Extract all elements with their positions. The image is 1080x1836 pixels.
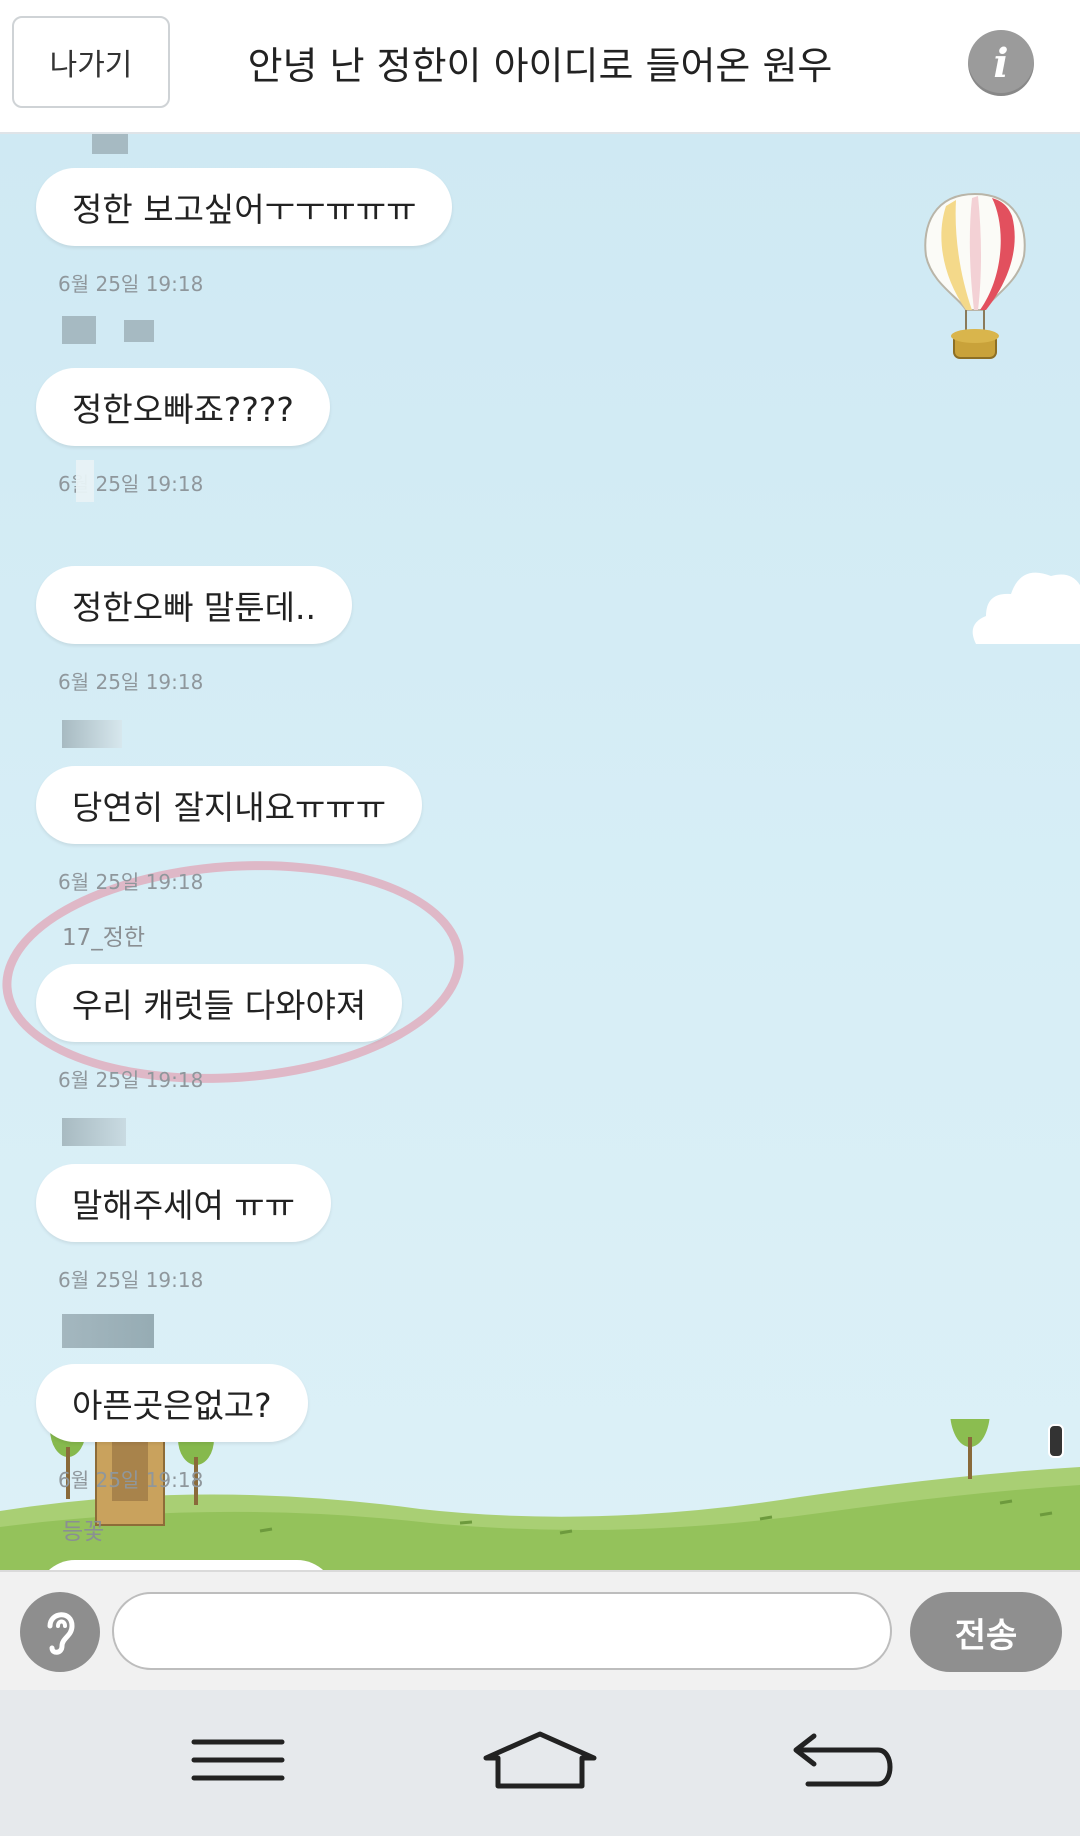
chat-header: 나가기 안녕 난 정한이 아이디로 들어온 원우 i bbox=[0, 0, 1080, 134]
ear-icon[interactable] bbox=[20, 1592, 100, 1672]
message-bubble[interactable]: 정한오빠죠???? bbox=[36, 368, 330, 446]
sender-name: 등꽃 bbox=[62, 1519, 105, 1545]
blurred-sender-name bbox=[62, 720, 122, 748]
message-timestamp: 6월 25일 19:18 bbox=[58, 1268, 204, 1292]
home-icon[interactable] bbox=[482, 1730, 598, 1790]
blurred-sender-name bbox=[62, 1314, 154, 1348]
blurred-sender-name bbox=[92, 134, 128, 154]
blurred-sender-name bbox=[124, 320, 154, 342]
blurred-sender-name bbox=[62, 316, 96, 344]
cloud-illustration bbox=[972, 572, 1080, 644]
blur-overlay bbox=[76, 460, 94, 502]
info-icon[interactable]: i bbox=[968, 30, 1034, 96]
blurred-sender-name bbox=[62, 1118, 126, 1146]
message-timestamp: 6월 25일 19:18 bbox=[58, 1068, 204, 1092]
message-bubble[interactable]: 말해주세여 ㅠㅠ bbox=[36, 1164, 332, 1242]
message-bubble[interactable]: 정한오빠 말툰데.. bbox=[36, 566, 352, 644]
message-timestamp: 6월 25일 19:18 bbox=[58, 870, 204, 894]
message-bubble[interactable]: 당연히 잘지내요ㅠㅠㅠ bbox=[36, 766, 423, 844]
message-bubble[interactable]: 우리 캐럿들 다와야져 bbox=[36, 964, 403, 1042]
message-bubble[interactable]: 정한 보고싶어ㅜㅜㅠㅠㅠ bbox=[36, 168, 453, 246]
message-timestamp: 6월 25일 19:18 bbox=[58, 272, 204, 296]
message-timestamp: 6월 25일 19:18 bbox=[58, 670, 204, 694]
message-bubble[interactable] bbox=[36, 1560, 336, 1570]
system-nav-bar bbox=[0, 1690, 1080, 1836]
message-input-bar: 전송 bbox=[0, 1570, 1080, 1690]
sender-name: 17_정한 bbox=[62, 925, 146, 951]
hot-air-balloon-illustration bbox=[924, 192, 1026, 359]
exit-button[interactable]: 나가기 bbox=[12, 16, 170, 108]
message-input[interactable] bbox=[112, 1592, 892, 1670]
chat-room-title: 안녕 난 정한이 아이디로 들어온 원우 bbox=[247, 43, 833, 88]
scrollbar-thumb[interactable] bbox=[1048, 1424, 1064, 1458]
message-timestamp: 6월 25일 19:18 bbox=[58, 1468, 204, 1492]
chat-area[interactable]: 정한 보고싶어ㅜㅜㅠㅠㅠ 6월 25일 19:18 정한오빠죠???? 6월 2… bbox=[0, 134, 1080, 1570]
menu-icon[interactable] bbox=[190, 1730, 286, 1790]
message-bubble[interactable]: 아픈곳은없고? bbox=[36, 1364, 308, 1442]
back-icon[interactable] bbox=[790, 1730, 900, 1790]
send-button[interactable]: 전송 bbox=[910, 1592, 1062, 1672]
